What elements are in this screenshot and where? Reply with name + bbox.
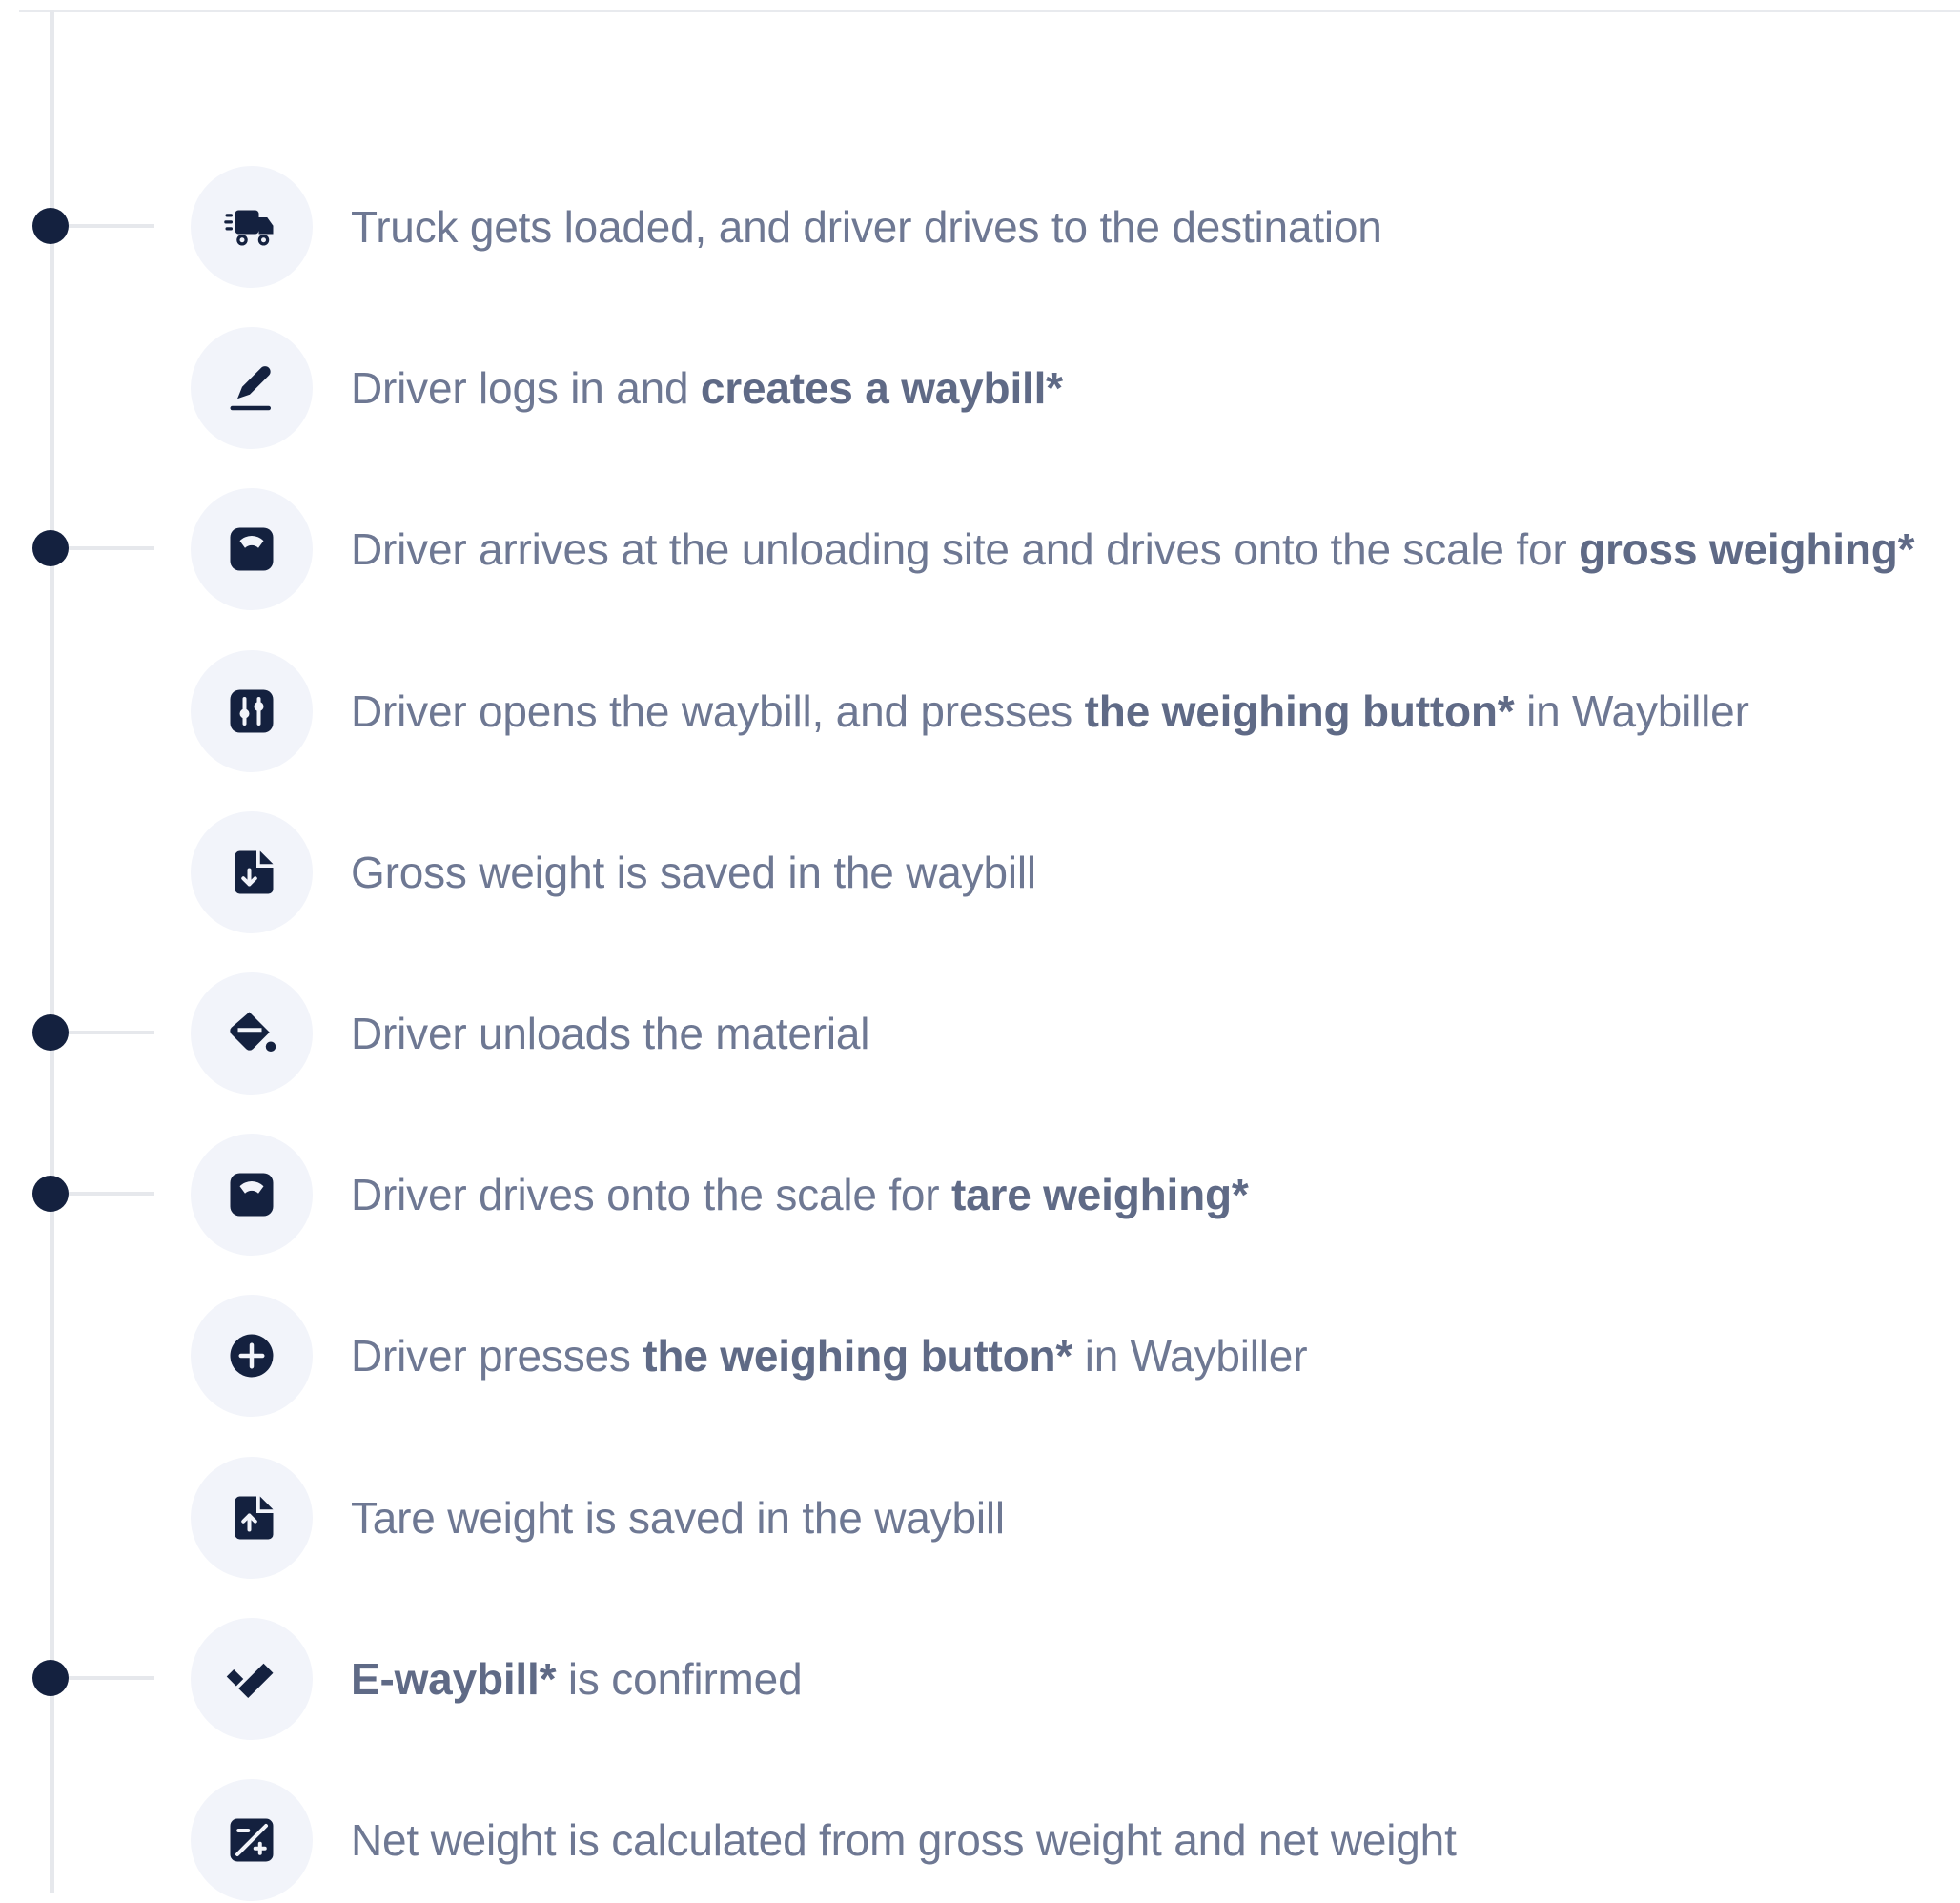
step-label-emphasis: gross weighing* xyxy=(1579,524,1915,574)
timeline-step: Driver arrives at the unloading site and… xyxy=(0,488,1960,612)
step-label: Driver opens the waybill, and presses th… xyxy=(351,650,1749,772)
step-label-text: Driver opens the waybill, and presses xyxy=(351,686,1085,736)
plus-circle-icon xyxy=(191,1295,313,1417)
step-label-text: Gross weight is saved in the waybill xyxy=(351,848,1036,897)
step-label-emphasis: E-waybill* xyxy=(351,1654,557,1704)
step-label-emphasis: creates a waybill* xyxy=(700,363,1063,413)
step-label-text: Driver presses xyxy=(351,1331,643,1381)
step-label-text: Driver arrives at the unloading site and… xyxy=(351,524,1580,574)
step-label-text: Driver unloads the material xyxy=(351,1009,870,1058)
timeline-step: Driver drives onto the scale for tare we… xyxy=(0,1134,1960,1258)
step-label-emphasis: tare weighing* xyxy=(951,1170,1249,1219)
step-label: Driver presses the weighing button* in W… xyxy=(351,1295,1308,1417)
milestone-connector xyxy=(69,1192,154,1196)
file-download-icon xyxy=(191,811,313,933)
milestone-connector xyxy=(69,224,154,228)
timeline-line xyxy=(50,10,54,1893)
timeline-step: Net weight is calculated from gross weig… xyxy=(0,1779,1960,1903)
milestone-connector xyxy=(69,546,154,550)
step-label: Driver drives onto the scale for tare we… xyxy=(351,1134,1249,1256)
step-label-text: is confirmed xyxy=(556,1654,803,1704)
timeline-step: Tare weight is saved in the waybill xyxy=(0,1457,1960,1581)
step-label-text: Truck gets loaded, and driver drives to … xyxy=(351,202,1382,252)
scale-icon xyxy=(191,1134,313,1256)
step-label-emphasis: the weighing button* xyxy=(643,1331,1073,1381)
milestone-dot xyxy=(32,1660,69,1696)
timeline-step: Gross weight is saved in the waybill xyxy=(0,811,1960,935)
step-label-text: Tare weight is saved in the waybill xyxy=(351,1493,1005,1543)
step-label: Driver unloads the material xyxy=(351,972,869,1095)
timeline-step: Driver logs in and creates a waybill* xyxy=(0,327,1960,451)
step-label: Tare weight is saved in the waybill xyxy=(351,1457,1005,1579)
milestone-connector xyxy=(69,1676,154,1680)
timeline-step: E-waybill* is confirmed xyxy=(0,1618,1960,1742)
step-label: Gross weight is saved in the waybill xyxy=(351,811,1036,933)
timeline-step: Driver presses the weighing button* in W… xyxy=(0,1295,1960,1419)
step-label-text: Driver drives onto the scale for xyxy=(351,1170,951,1219)
milestone-connector xyxy=(69,1031,154,1034)
step-label: Net weight is calculated from gross weig… xyxy=(351,1779,1457,1901)
timeline-step: Truck gets loaded, and driver drives to … xyxy=(0,166,1960,290)
bucket-icon xyxy=(191,972,313,1095)
step-label-text: Driver logs in and xyxy=(351,363,701,413)
checkmark-icon xyxy=(191,1618,313,1740)
sliders-icon xyxy=(191,650,313,772)
scale-icon xyxy=(191,488,313,610)
step-label-emphasis: the weighing button* xyxy=(1084,686,1515,736)
timeline-step: Driver opens the waybill, and presses th… xyxy=(0,650,1960,774)
timeline-step: Driver unloads the material xyxy=(0,972,1960,1096)
milestone-dot xyxy=(32,530,69,566)
truck-icon xyxy=(191,166,313,288)
step-label: Truck gets loaded, and driver drives to … xyxy=(351,166,1382,288)
file-upload-icon xyxy=(191,1457,313,1579)
step-label: E-waybill* is confirmed xyxy=(351,1618,803,1740)
milestone-dot xyxy=(32,208,69,244)
milestone-dot xyxy=(32,1176,69,1212)
step-label: Driver logs in and creates a waybill* xyxy=(351,327,1063,449)
sign-pen-icon xyxy=(191,327,313,449)
step-label-text: in Waybiller xyxy=(1072,1331,1308,1381)
step-label-text: in Waybiller xyxy=(1514,686,1749,736)
calculator-icon xyxy=(191,1779,313,1901)
step-label: Driver arrives at the unloading site and… xyxy=(351,488,1915,610)
top-divider xyxy=(19,10,1960,12)
step-label-text: Net weight is calculated from gross weig… xyxy=(351,1815,1457,1865)
milestone-dot xyxy=(32,1014,69,1051)
